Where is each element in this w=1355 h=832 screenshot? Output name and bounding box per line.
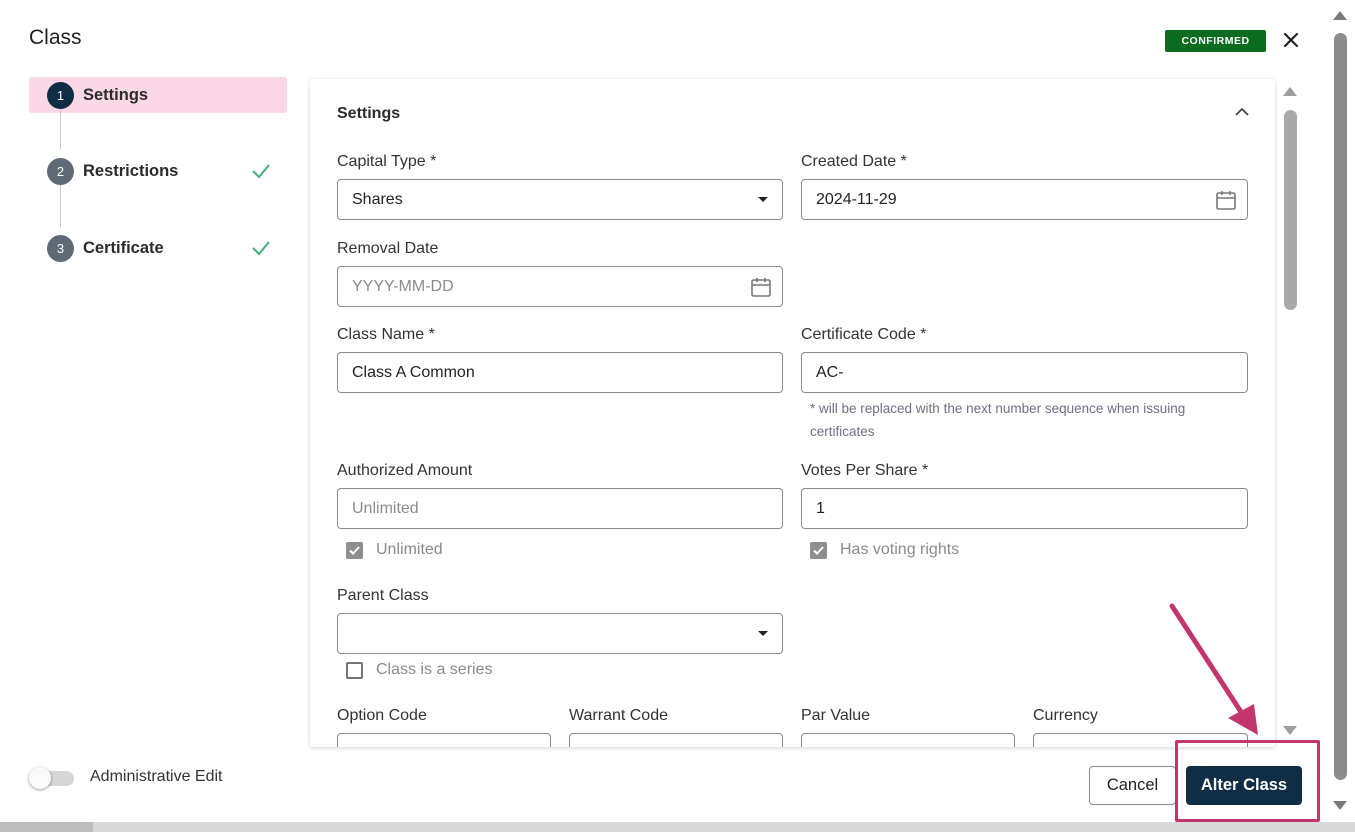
scroll-up-arrow[interactable] [1283, 87, 1297, 96]
class-name-input[interactable]: Class A Common [337, 352, 783, 393]
toggle-knob [29, 767, 51, 789]
authorized-amount-placeholder: Unlimited [352, 499, 419, 517]
calendar-icon[interactable] [750, 276, 772, 298]
created-date-field[interactable]: 2024-11-29 [801, 179, 1248, 220]
step-number: 1 [47, 82, 74, 109]
certificate-code-label: Certificate Code * [801, 326, 927, 343]
created-date-label: Created Date * [801, 153, 907, 170]
par-value-input[interactable] [801, 733, 1015, 747]
certificate-code-helper: * will be replaced with the next number … [810, 401, 1186, 439]
checkbox-checked-icon [810, 541, 827, 559]
step-settings[interactable]: 1 Settings [47, 82, 148, 109]
certificate-code-value: AC- [816, 363, 844, 381]
step-label: Restrictions [83, 162, 179, 180]
currency-select[interactable] [1033, 733, 1248, 747]
checkbox-unchecked-icon [346, 661, 363, 679]
page-scroll-down-arrow[interactable] [1333, 801, 1347, 810]
checkmark-icon [250, 160, 272, 182]
warrant-code-label: Warrant Code [569, 707, 668, 724]
step-number: 3 [47, 235, 74, 262]
backdrop-bottom [0, 822, 93, 832]
form-scrollbar-thumb[interactable] [1284, 110, 1297, 310]
removal-date-label: Removal Date [337, 240, 439, 257]
parent-class-label: Parent Class [337, 587, 429, 604]
unlimited-checkbox-label: Unlimited [376, 541, 443, 558]
option-code-input[interactable] [337, 733, 551, 747]
administrative-edit-label: Administrative Edit [90, 768, 223, 785]
page-scroll-up-arrow[interactable] [1333, 11, 1347, 20]
capital-type-select[interactable]: Shares [337, 179, 783, 220]
close-icon[interactable] [1279, 28, 1303, 52]
step-number: 2 [47, 158, 74, 185]
step-certificate[interactable]: 3 Certificate [47, 235, 164, 262]
administrative-edit-toggle[interactable] [29, 767, 74, 789]
series-checkbox[interactable]: Class is a series [346, 661, 492, 679]
certificate-code-input[interactable]: AC- [801, 352, 1248, 393]
step-label: Certificate [83, 239, 164, 257]
step-restrictions[interactable]: 2 Restrictions [47, 158, 178, 185]
section-title: Settings [337, 105, 401, 122]
dropdown-caret-icon [758, 631, 768, 636]
currency-label: Currency [1033, 707, 1098, 724]
checkmark-icon [250, 237, 272, 259]
calendar-icon[interactable] [1215, 189, 1237, 211]
authorized-amount-input[interactable]: Unlimited [337, 488, 783, 529]
par-value-label: Par Value [801, 707, 871, 724]
dialog-title: Class [29, 26, 82, 49]
option-code-label: Option Code [337, 707, 427, 724]
capital-type-value: Shares [352, 190, 403, 208]
created-date-value: 2024-11-29 [816, 190, 897, 208]
status-badge: CONFIRMED [1165, 30, 1266, 52]
checkbox-checked-icon [346, 541, 363, 559]
chevron-up-icon[interactable] [1233, 103, 1251, 121]
warrant-code-input[interactable] [569, 733, 783, 747]
removal-date-placeholder: YYYY-MM-DD [352, 277, 454, 295]
class-name-label: Class Name * [337, 326, 435, 343]
voting-rights-checkbox[interactable]: Has voting rights [810, 541, 959, 559]
class-dialog: Class CONFIRMED 1 Settings 2 Restriction… [0, 0, 1330, 822]
unlimited-checkbox[interactable]: Unlimited [346, 541, 443, 559]
settings-card: Settings Capital Type * Shares Created D… [310, 79, 1275, 747]
capital-type-label: Capital Type * [337, 153, 437, 170]
series-checkbox-label: Class is a series [376, 661, 493, 678]
page-scrollbar-thumb[interactable] [1334, 33, 1347, 780]
stepper-connector [60, 109, 61, 149]
removal-date-field[interactable]: YYYY-MM-DD [337, 266, 783, 307]
cancel-button[interactable]: Cancel [1089, 766, 1176, 805]
class-name-value: Class A Common [352, 363, 475, 381]
alter-class-button[interactable]: Alter Class [1186, 766, 1302, 805]
dropdown-caret-icon [758, 197, 768, 202]
step-label: Settings [83, 86, 149, 104]
votes-per-share-value: 1 [816, 499, 825, 517]
scroll-down-arrow[interactable] [1283, 726, 1297, 735]
backdrop-bottom [0, 822, 1355, 832]
votes-per-share-label: Votes Per Share * [801, 462, 929, 479]
voting-rights-checkbox-label: Has voting rights [840, 541, 960, 558]
parent-class-select[interactable] [337, 613, 783, 654]
stepper-connector [60, 185, 61, 227]
authorized-amount-label: Authorized Amount [337, 462, 473, 479]
votes-per-share-input[interactable]: 1 [801, 488, 1248, 529]
